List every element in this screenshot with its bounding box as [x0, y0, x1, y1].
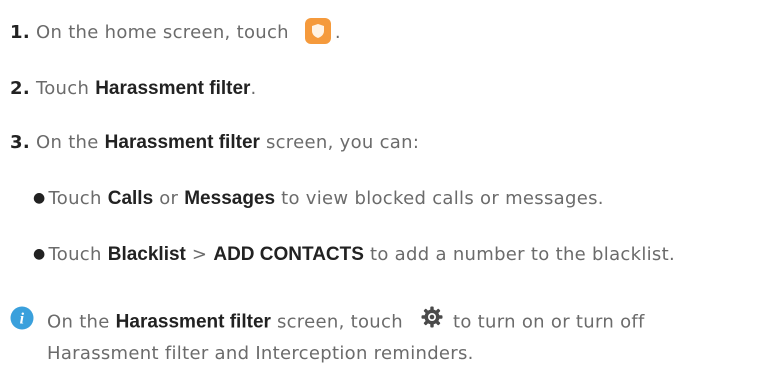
add-contacts-label: ADD CONTACTS [213, 244, 364, 265]
note-line-1: On the Harassment filter screen, touch t… [47, 306, 645, 337]
step-text-end: . [250, 78, 257, 99]
harassment-filter-label: Harassment filter [115, 311, 271, 333]
step-number: 2. [10, 78, 30, 99]
step-3: 3. On the Harassment filter screen, you … [10, 131, 419, 155]
bullet-blacklist: ● Touch Blacklist > ADD CONTACTS to add a… [33, 243, 675, 268]
step-text: Touch [36, 78, 90, 99]
step-text-end: . [334, 22, 341, 43]
blacklist-label: Blacklist [107, 244, 186, 265]
phone-manager-shield-icon [304, 18, 331, 44]
harassment-filter-label: Harassment filter [95, 78, 251, 99]
note-text: Harassment filter and Interception remin… [47, 343, 474, 364]
note-text: screen, touch [276, 311, 403, 333]
step-text: On the home screen, touch [36, 22, 289, 43]
note-line-2: Harassment filter and Interception remin… [47, 342, 474, 366]
bullet-calls-messages: ● Touch Calls or Messages to view blocked… [33, 187, 604, 212]
bullet-text: to view blocked calls or messages. [281, 188, 604, 209]
svg-text:i: i [20, 311, 25, 328]
messages-label: Messages [184, 188, 276, 209]
step-2: 2. Touch Harassment filter. [10, 77, 256, 101]
info-icon: i [10, 306, 34, 335]
bullet-text: Touch [48, 188, 102, 209]
bullet-dot: ● [33, 246, 46, 262]
step-text: On the [36, 132, 99, 153]
note-text: to turn on or turn off [452, 311, 645, 333]
step-number: 1. [10, 22, 30, 43]
note-text: On the [47, 311, 110, 333]
step-1: 1. On the home screen, touch . [10, 18, 341, 46]
bullet-dot: ● [33, 190, 46, 206]
path-separator: > [191, 244, 208, 265]
bullet-text: or [159, 188, 179, 209]
harassment-filter-label: Harassment filter [104, 132, 260, 153]
bullet-text: to add a number to the blacklist. [369, 244, 675, 265]
step-number: 3. [10, 132, 30, 153]
gear-icon [421, 306, 443, 335]
calls-label: Calls [107, 188, 154, 209]
bullet-text: Touch [48, 244, 102, 265]
step-text-end: screen, you can: [265, 132, 420, 153]
